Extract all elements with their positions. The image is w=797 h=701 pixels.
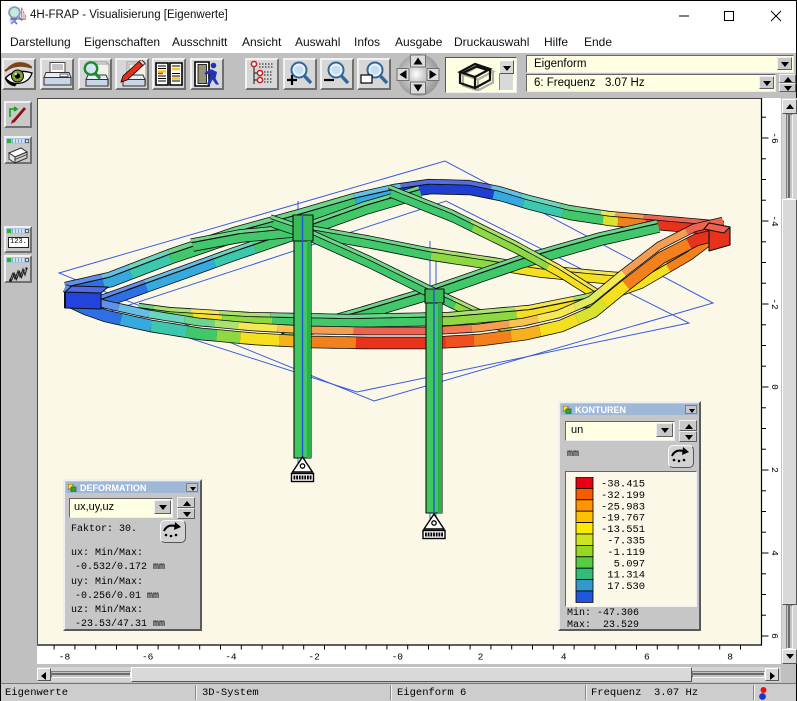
svg-text:-0: -0 xyxy=(392,652,404,663)
svg-text:-4: -4 xyxy=(769,215,780,227)
svg-text:11.314: 11.314 xyxy=(601,570,645,582)
svg-text:6: 6 xyxy=(644,652,650,663)
svg-text:-38.415: -38.415 xyxy=(601,479,645,491)
svg-text:2: 2 xyxy=(769,467,780,473)
svg-text:4: 4 xyxy=(769,550,780,556)
svg-text:-19.767: -19.767 xyxy=(601,513,645,525)
svg-text:-8: -8 xyxy=(59,652,71,663)
svg-text:-4: -4 xyxy=(225,652,237,663)
svg-text:-32.199: -32.199 xyxy=(601,490,645,502)
svg-text:6: 6 xyxy=(769,633,780,639)
svg-text:4: 4 xyxy=(561,652,567,663)
svg-text:-6: -6 xyxy=(142,652,154,663)
svg-text:5.097: 5.097 xyxy=(601,558,645,570)
svg-text:-1.119: -1.119 xyxy=(601,547,645,559)
svg-text:17.530: 17.530 xyxy=(601,581,645,593)
svg-text:-25.983: -25.983 xyxy=(601,501,645,513)
svg-text:8: 8 xyxy=(727,652,733,663)
svg-text:0: 0 xyxy=(769,384,780,390)
svg-text:-7.335: -7.335 xyxy=(601,536,645,548)
svg-text:2: 2 xyxy=(478,652,484,663)
svg-text:-2: -2 xyxy=(769,298,780,310)
svg-text:-2: -2 xyxy=(308,652,320,663)
svg-text:-6: -6 xyxy=(769,132,780,144)
svg-text:-13.551: -13.551 xyxy=(601,524,645,536)
